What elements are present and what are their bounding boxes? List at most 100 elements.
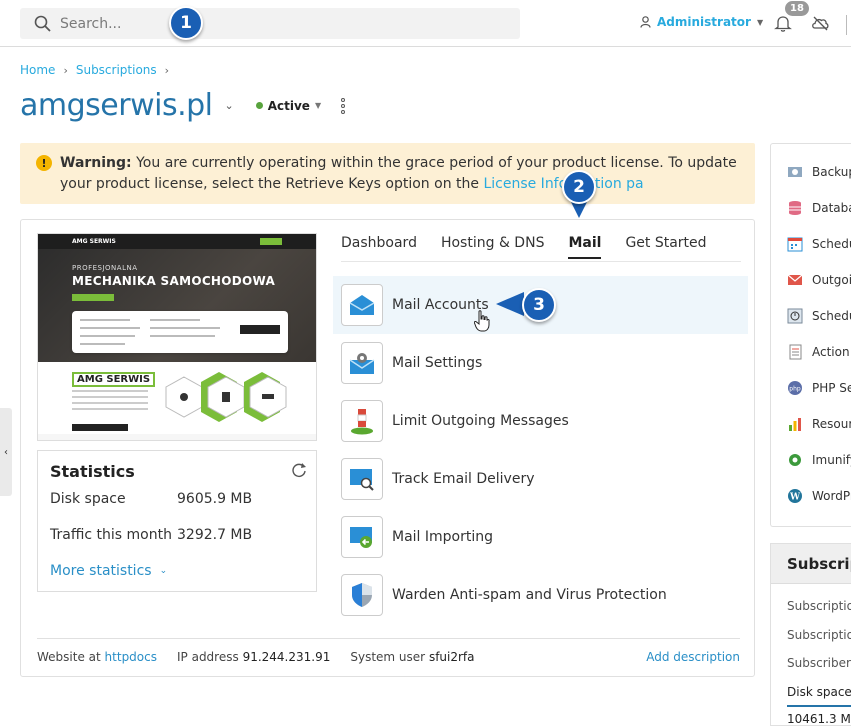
tab-get-started[interactable]: Get Started (625, 235, 706, 259)
preview-logo-secondary: AMG SERWIS (72, 372, 156, 387)
system-user-value: sfui2rfa (428, 650, 475, 664)
disk-space-label: Disk space (50, 491, 126, 507)
website-info: Website at httpdocs (37, 650, 157, 664)
notifications-bell-icon[interactable] (773, 13, 793, 33)
breadcrumb-subscriptions[interactable]: Subscriptions (76, 63, 157, 77)
disk-usage-bar (787, 705, 851, 707)
sidebar-item-outgoing-mail[interactable]: Outgoi (787, 272, 851, 288)
title-row: amgserwis.pl ⌄ Active ▼ (20, 88, 346, 123)
subscription-line: Subscription (787, 628, 851, 642)
mail-settings-label: Mail Settings (392, 355, 483, 371)
tab-hosting-dns[interactable]: Hosting & DNS (441, 235, 544, 259)
preview-nav-button (260, 238, 282, 245)
mail-importing-item[interactable]: Mail Importing (333, 508, 748, 566)
subscriber-line: Subscriber: (787, 656, 851, 670)
action-log-icon (787, 344, 803, 360)
chevron-left-icon: ‹ (4, 446, 8, 458)
preview-hero-title: MECHANIKA SAMOCHODOWA (72, 274, 276, 288)
callout-marker-2: 2 (562, 170, 596, 204)
ip-info: IP address 91.244.231.91 (177, 650, 330, 664)
subscription-switcher-chevron-icon[interactable]: ⌄ (225, 99, 234, 112)
status-dot-icon (255, 102, 263, 109)
warden-antispam-label: Warden Anti-spam and Virus Protection (392, 587, 667, 603)
preview-hero-sub: PROFESJONALNA (72, 264, 138, 272)
mail-settings-icon (341, 342, 383, 384)
mail-importing-icon (341, 516, 383, 558)
mail-accounts-icon (341, 284, 383, 326)
cloud-off-icon[interactable] (810, 13, 830, 33)
sidebar-item-label: Schedu (812, 237, 851, 251)
httpdocs-link[interactable]: httpdocs (105, 650, 157, 664)
track-email-icon (341, 458, 383, 500)
svg-text:php: php (789, 386, 801, 393)
wordpress-icon: W (787, 488, 803, 504)
calendar-icon (787, 236, 803, 252)
refresh-icon[interactable] (290, 461, 308, 479)
page-title: amgserwis.pl (20, 88, 213, 123)
limit-outgoing-label: Limit Outgoing Messages (392, 413, 569, 429)
sidebar-item-scheduled-tasks[interactable]: Schedu (787, 308, 851, 324)
sidebar-item-scheduled[interactable]: Schedu (787, 236, 851, 252)
subscription-card: AMG SERWIS PROFESJONALNA MECHANIKA SAMOC… (20, 219, 755, 677)
traffic-label: Traffic this month (50, 527, 172, 543)
sidebar-item-label: Imunify (812, 453, 851, 467)
notification-count-badge: 18 (785, 1, 809, 16)
sidebar-item-backup[interactable]: Backup (787, 164, 851, 180)
divider (846, 15, 851, 35)
license-warning-banner: ! Warning: You are currently operating w… (20, 143, 755, 204)
sidebar-item-php-settings[interactable]: php PHP Se (787, 380, 851, 396)
system-user-info: System user sfui2rfa (350, 650, 474, 664)
tab-dashboard[interactable]: Dashboard (341, 235, 417, 259)
svg-text:W: W (789, 493, 801, 503)
sidebar-item-label: WordPr (812, 489, 851, 503)
breadcrumb-home[interactable]: Home (20, 63, 55, 77)
more-actions-icon[interactable] (341, 97, 346, 114)
disk-space-value: 9605.9 MB (177, 491, 253, 507)
chevron-right-icon: › (63, 63, 68, 77)
sidebar-item-wordpress[interactable]: W WordPr (787, 488, 851, 504)
sidebar-item-action-log[interactable]: Action l (787, 344, 851, 360)
callout-marker-1: 1 (169, 6, 203, 40)
mail-importing-label: Mail Importing (392, 529, 494, 545)
preview-nav: AMG SERWIS (38, 234, 316, 249)
statistics-title: Statistics (50, 462, 135, 481)
top-bar: Administrator ▼ 18 (0, 0, 851, 47)
traffic-row: Traffic this month 3292.7 MB (50, 527, 252, 543)
mail-tools-list: Mail Accounts Mail Settings Limit Outgoi… (333, 276, 748, 624)
sidebar-item-databases[interactable]: Databa (787, 200, 851, 216)
limit-outgoing-icon (341, 400, 383, 442)
track-email-delivery-item[interactable]: Track Email Delivery (333, 450, 748, 508)
disk-space-line: Disk space: (787, 685, 851, 699)
resource-usage-icon (787, 416, 803, 432)
website-preview-thumbnail[interactable]: AMG SERWIS PROFESJONALNA MECHANIKA SAMOC… (37, 233, 317, 441)
preview-footer (38, 434, 316, 440)
subscription-line: Subscription (787, 599, 851, 613)
sidebar-item-resource-usage[interactable]: Resour (787, 416, 851, 432)
preview-hero-button (72, 294, 114, 301)
more-statistics-link[interactable]: More statistics ⌄ (50, 563, 167, 579)
preview-hexagon-graphic (165, 372, 287, 422)
sidebar-item-imunify[interactable]: Imunify (787, 452, 851, 468)
mail-settings-item[interactable]: Mail Settings (333, 334, 748, 392)
status-dropdown[interactable]: Active ▼ (255, 98, 321, 113)
track-email-label: Track Email Delivery (392, 471, 535, 487)
disk-space-value: 10461.3 ME (787, 712, 851, 726)
limit-outgoing-messages-item[interactable]: Limit Outgoing Messages (333, 392, 748, 450)
status-label: Active (267, 98, 310, 113)
disk-space-row: Disk space 9605.9 MB (50, 491, 252, 507)
backup-icon (787, 164, 803, 180)
sidebar-item-label: Outgoi (812, 273, 851, 287)
search-box[interactable] (20, 8, 520, 39)
website-label: Website at (37, 650, 101, 664)
search-input[interactable] (60, 12, 500, 35)
card-footer-meta: Website at httpdocs IP address 91.244.23… (37, 650, 740, 664)
search-icon (34, 15, 51, 32)
add-description-link[interactable]: Add description (646, 650, 740, 664)
callout-marker-3: 3 (522, 288, 556, 322)
scheduled-tasks-icon (787, 308, 803, 324)
sidebar-expand-handle[interactable]: ‹ (0, 408, 12, 496)
tab-mail[interactable]: Mail (568, 235, 602, 259)
user-menu[interactable]: Administrator ▼ (640, 15, 763, 29)
warden-antispam-item[interactable]: Warden Anti-spam and Virus Protection (333, 566, 748, 624)
statistics-panel: Statistics Disk space 9605.9 MB Traffic t… (37, 450, 317, 592)
